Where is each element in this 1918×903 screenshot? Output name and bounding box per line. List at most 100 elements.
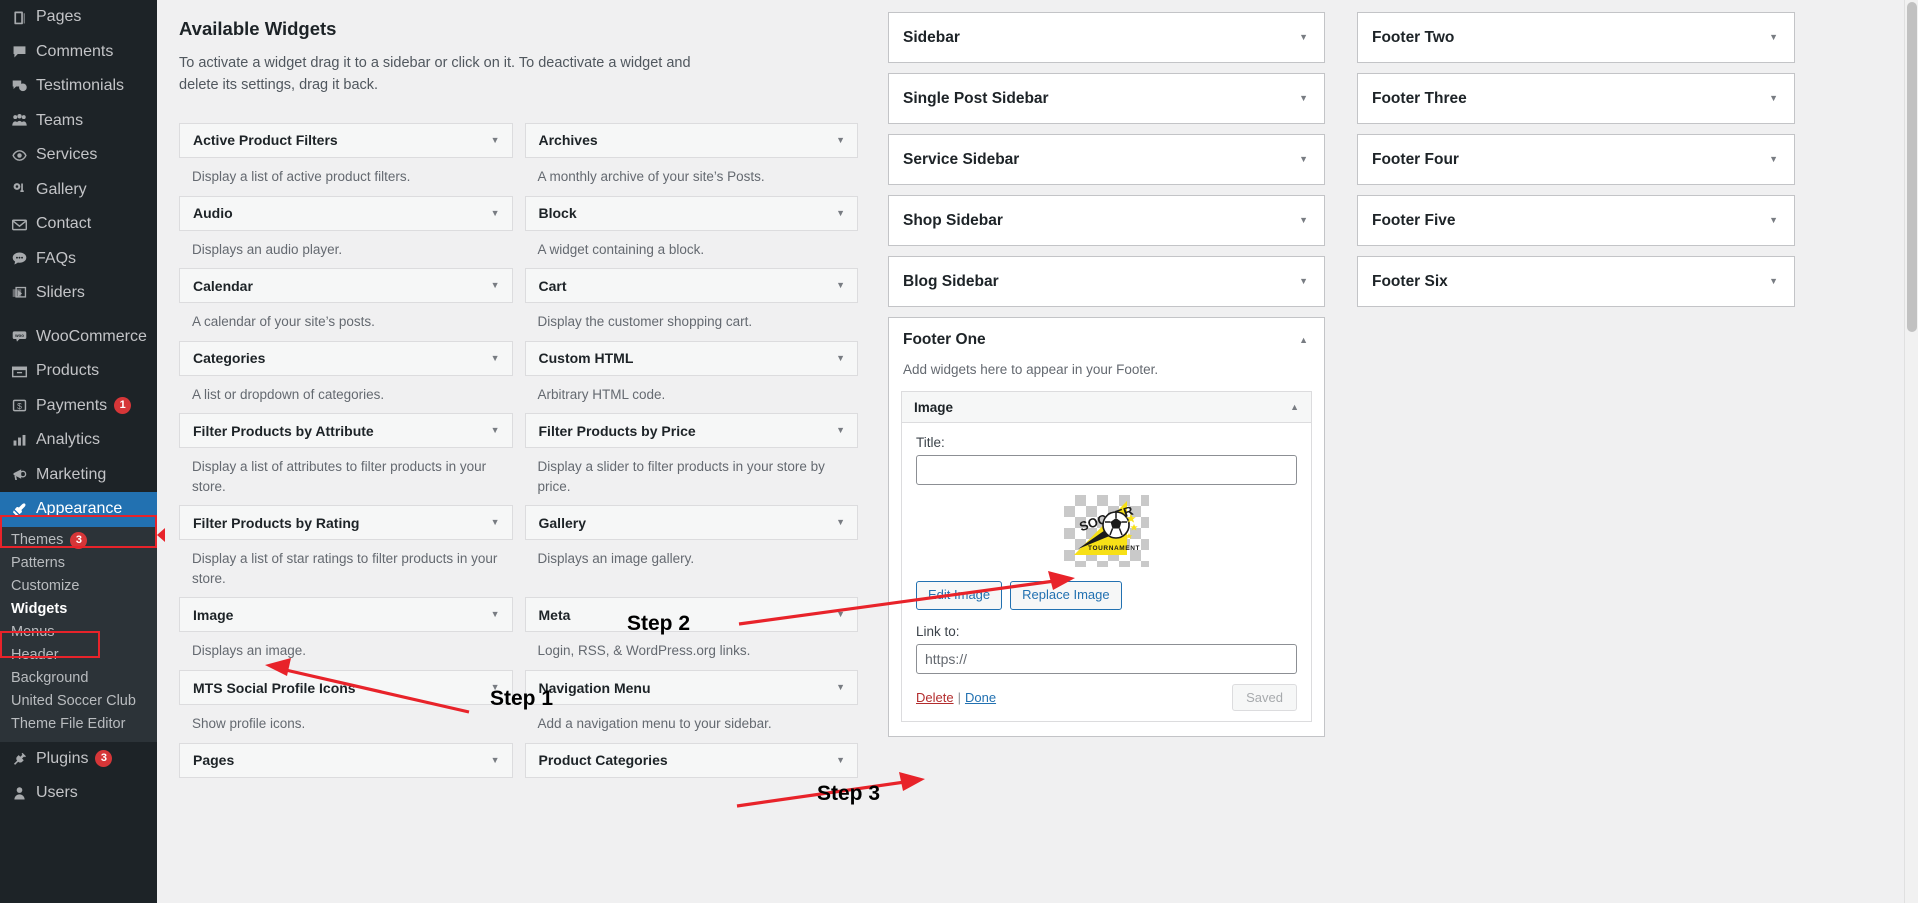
- chevron-down-icon[interactable]: ▼: [491, 518, 500, 527]
- panel-header[interactable]: Footer One ▲: [889, 318, 1324, 362]
- done-link[interactable]: Done: [965, 690, 996, 705]
- replace-image-button[interactable]: Replace Image: [1010, 581, 1122, 610]
- panel-single-post-sidebar[interactable]: Single Post Sidebar ▼: [888, 73, 1325, 124]
- widget-product-categories[interactable]: Product Categories ▼: [524, 742, 858, 778]
- sidebar-item-sliders[interactable]: Sliders: [0, 276, 157, 311]
- chevron-down-icon[interactable]: ▼: [836, 208, 845, 218]
- panel-footer-six[interactable]: Footer Six ▼: [1357, 256, 1795, 307]
- widget-categories[interactable]: Categories ▼: [179, 340, 513, 376]
- widget-filter-products-by-price[interactable]: Filter Products by Price ▼: [524, 413, 858, 449]
- submenu-item-header[interactable]: Header: [0, 644, 157, 667]
- sidebar-item-products[interactable]: Products: [0, 354, 157, 389]
- widget-navigation-menu[interactable]: Navigation Menu ▼: [524, 670, 858, 705]
- chevron-down-icon[interactable]: ▼: [836, 610, 845, 619]
- chevron-down-icon[interactable]: ▼: [836, 755, 845, 765]
- image-preview[interactable]: SOCCER: [916, 485, 1297, 579]
- panel-header[interactable]: Single Post Sidebar ▼: [889, 74, 1324, 123]
- chevron-down-icon[interactable]: ▼: [1299, 155, 1308, 164]
- image-widget-header[interactable]: Image ▲: [902, 392, 1311, 423]
- chevron-down-icon[interactable]: ▼: [1769, 94, 1778, 103]
- sidebar-item-pages[interactable]: Pages: [0, 0, 157, 35]
- title-input[interactable]: [916, 455, 1297, 485]
- sidebar-item-contact[interactable]: Contact: [0, 207, 157, 242]
- panel-header[interactable]: Service Sidebar ▼: [889, 135, 1324, 184]
- chevron-down-icon[interactable]: ▼: [1769, 216, 1778, 225]
- chevron-down-icon[interactable]: ▼: [1769, 277, 1778, 286]
- widget-active-product-filters[interactable]: Active Product Filters ▼: [179, 122, 513, 158]
- chevron-down-icon[interactable]: ▼: [491, 610, 500, 619]
- sidebar-item-woocommerce[interactable]: woo WooCommerce: [0, 320, 157, 355]
- panel-header[interactable]: Blog Sidebar ▼: [889, 257, 1324, 306]
- panel-header[interactable]: Footer Five ▼: [1358, 196, 1794, 245]
- chevron-down-icon[interactable]: ▼: [836, 426, 845, 435]
- chevron-down-icon[interactable]: ▼: [1299, 94, 1308, 103]
- chevron-down-icon[interactable]: ▼: [1299, 33, 1308, 42]
- sidebar-item-teams[interactable]: Teams: [0, 104, 157, 139]
- chevron-down-icon[interactable]: ▼: [836, 353, 845, 363]
- chevron-down-icon[interactable]: ▼: [491, 135, 500, 145]
- panel-header[interactable]: Shop Sidebar ▼: [889, 196, 1324, 245]
- chevron-down-icon[interactable]: ▼: [836, 683, 845, 692]
- chevron-down-icon[interactable]: ▼: [836, 518, 845, 527]
- sidebar-item-plugins[interactable]: Plugins 3: [0, 741, 157, 776]
- chevron-down-icon[interactable]: ▼: [491, 755, 500, 765]
- link-to-input[interactable]: [916, 643, 1297, 674]
- page-scrollbar[interactable]: [1904, 0, 1918, 903]
- chevron-down-icon[interactable]: ▼: [1299, 216, 1308, 225]
- widget-gallery[interactable]: Gallery ▼: [524, 505, 858, 541]
- panel-header[interactable]: Sidebar ▼: [889, 13, 1324, 62]
- widget-filter-products-by-attribute[interactable]: Filter Products by Attribute ▼: [179, 413, 513, 449]
- submenu-item-customize[interactable]: Customize: [0, 575, 157, 598]
- chevron-up-icon[interactable]: ▲: [1290, 402, 1299, 412]
- sidebar-item-appearance[interactable]: Appearance: [0, 492, 157, 527]
- widget-cart[interactable]: Cart ▼: [524, 268, 858, 304]
- chevron-down-icon[interactable]: ▼: [491, 208, 500, 218]
- panel-header[interactable]: Footer Four ▼: [1358, 135, 1794, 184]
- chevron-down-icon[interactable]: ▼: [836, 281, 845, 290]
- panel-blog-sidebar[interactable]: Blog Sidebar ▼: [888, 256, 1325, 307]
- panel-header[interactable]: Footer Three ▼: [1358, 74, 1794, 123]
- sidebar-item-analytics[interactable]: Analytics: [0, 423, 157, 458]
- scrollbar-thumb[interactable]: [1907, 2, 1917, 332]
- widget-custom-html[interactable]: Custom HTML ▼: [524, 340, 858, 376]
- panel-footer-one[interactable]: Footer One ▲ Add widgets here to appear …: [888, 317, 1325, 737]
- submenu-item-menus[interactable]: Menus: [0, 621, 157, 644]
- panel-sidebar[interactable]: Sidebar ▼: [888, 12, 1325, 63]
- panel-service-sidebar[interactable]: Service Sidebar ▼: [888, 134, 1325, 185]
- sidebar-item-comments[interactable]: Comments: [0, 35, 157, 70]
- panel-footer-three[interactable]: Footer Three ▼: [1357, 73, 1795, 124]
- chevron-down-icon[interactable]: ▼: [491, 353, 500, 363]
- submenu-item-theme-file-editor[interactable]: Theme File Editor: [0, 713, 157, 736]
- sidebar-item-users[interactable]: Users: [0, 776, 157, 811]
- panel-footer-two[interactable]: Footer Two ▼: [1357, 12, 1795, 63]
- panel-footer-four[interactable]: Footer Four ▼: [1357, 134, 1795, 185]
- widget-mts-social-profile-icons[interactable]: MTS Social Profile Icons ▼: [179, 670, 513, 705]
- chevron-down-icon[interactable]: ▼: [1769, 33, 1778, 42]
- widget-meta[interactable]: Meta ▼: [524, 597, 858, 633]
- widget-pages[interactable]: Pages ▼: [179, 742, 513, 778]
- panel-footer-five[interactable]: Footer Five ▼: [1357, 195, 1795, 246]
- chevron-down-icon[interactable]: ▼: [491, 426, 500, 435]
- submenu-item-background[interactable]: Background: [0, 667, 157, 690]
- delete-link[interactable]: Delete: [916, 690, 954, 705]
- chevron-up-icon[interactable]: ▲: [1299, 335, 1308, 345]
- sidebar-item-services[interactable]: Services: [0, 138, 157, 173]
- submenu-item-widgets[interactable]: Widgets: [0, 598, 157, 621]
- sidebar-item-testimonials[interactable]: Testimonials: [0, 69, 157, 104]
- panel-shop-sidebar[interactable]: Shop Sidebar ▼: [888, 195, 1325, 246]
- chevron-down-icon[interactable]: ▼: [1299, 277, 1308, 286]
- chevron-down-icon[interactable]: ▼: [491, 281, 500, 290]
- chevron-down-icon[interactable]: ▼: [836, 135, 845, 145]
- submenu-item-united-soccer-club[interactable]: United Soccer Club: [0, 690, 157, 713]
- edit-image-button[interactable]: Edit Image: [916, 581, 1003, 610]
- widget-audio[interactable]: Audio ▼: [179, 195, 513, 231]
- widget-block[interactable]: Block ▼: [524, 195, 858, 231]
- sidebar-item-gallery[interactable]: Gallery: [0, 173, 157, 208]
- submenu-item-patterns[interactable]: Patterns: [0, 552, 157, 575]
- widget-image[interactable]: Image ▼: [179, 597, 513, 633]
- sidebar-item-marketing[interactable]: Marketing: [0, 458, 157, 493]
- widget-filter-products-by-rating[interactable]: Filter Products by Rating ▼: [179, 505, 513, 541]
- widget-calendar[interactable]: Calendar ▼: [179, 268, 513, 304]
- chevron-down-icon[interactable]: ▼: [1769, 155, 1778, 164]
- widget-archives[interactable]: Archives ▼: [524, 122, 858, 158]
